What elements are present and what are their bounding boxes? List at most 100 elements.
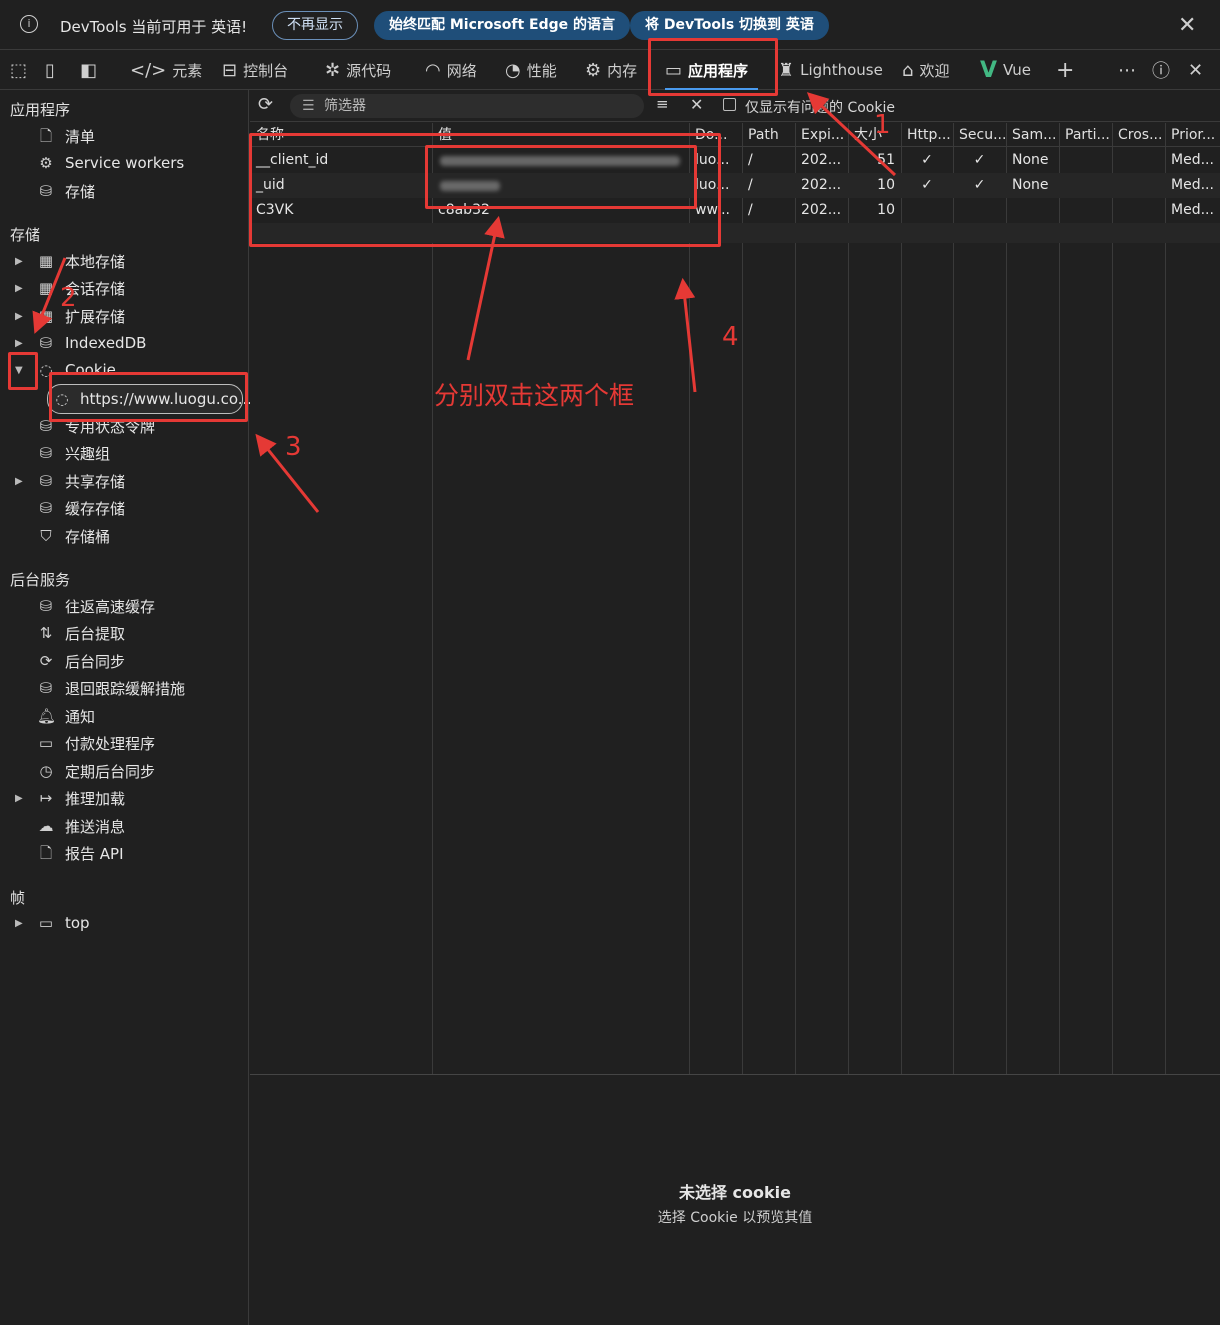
tab-welcome[interactable]: ⌂ 欢迎: [902, 50, 949, 90]
table-cell-domain[interactable]: luo...: [689, 148, 742, 173]
sidebar-item-session-storage[interactable]: ▶ ▦ 会话存储: [0, 275, 248, 301]
table-cell-cross-site[interactable]: [1112, 198, 1165, 223]
column-header-domain[interactable]: Do...: [689, 123, 742, 147]
sidebar-item-background-sync[interactable]: ⟳ 后台同步: [0, 648, 248, 674]
switch-language-button[interactable]: 将 DevTools 切换到 英语: [630, 11, 829, 40]
table-cell-secure[interactable]: ✓: [953, 173, 1006, 198]
tab-elements[interactable]: </> 元素: [130, 50, 202, 90]
table-cell-domain[interactable]: ww...: [689, 198, 742, 223]
column-divider[interactable]: [689, 123, 690, 1074]
expand-arrow-icon[interactable]: ▶: [15, 918, 23, 929]
table-cell-partition[interactable]: [1059, 198, 1112, 223]
sidebar-item-interest-groups[interactable]: ⛁ 兴趣组: [0, 440, 248, 466]
expand-arrow-icon[interactable]: ▶: [15, 311, 23, 322]
column-header-samesite[interactable]: Sam...: [1006, 123, 1059, 147]
sidebar-item-cache-storage[interactable]: ⛁ 缓存存储: [0, 495, 248, 521]
inspect-icon[interactable]: ⬚: [10, 50, 33, 90]
column-divider[interactable]: [848, 123, 849, 1074]
table-cell-cross-site[interactable]: [1112, 173, 1165, 198]
table-cell-domain[interactable]: luo...: [689, 173, 742, 198]
table-cell-cross-site[interactable]: [1112, 148, 1165, 173]
expand-arrow-icon[interactable]: ▶: [15, 256, 23, 267]
add-tab-icon[interactable]: +: [1056, 50, 1074, 90]
table-cell-path[interactable]: /: [742, 173, 795, 198]
column-header-httponly[interactable]: Http...: [901, 123, 953, 147]
table-cell-expires[interactable]: 202...: [795, 173, 848, 198]
sidebar-item-manifest[interactable]: 🗋 清单: [0, 123, 248, 149]
column-header-size[interactable]: 大小: [848, 123, 901, 147]
sidebar-item-cookie[interactable]: ▼ ◌ Cookie: [0, 357, 248, 383]
sidebar-item-storage-buckets[interactable]: ⛉ 存储桶: [0, 523, 248, 549]
dock-sidebar-icon[interactable]: ◧: [80, 50, 103, 90]
column-divider[interactable]: [1059, 123, 1060, 1074]
sidebar-item-indexeddb[interactable]: ▶ ⛁ IndexedDB: [0, 330, 248, 356]
column-divider[interactable]: [1112, 123, 1113, 1074]
sidebar-item-bfcache[interactable]: ⛁ 往返高速缓存: [0, 593, 248, 619]
refresh-icon[interactable]: ⟳: [258, 94, 273, 115]
table-cell-name[interactable]: C3VK: [250, 198, 432, 223]
tab-memory[interactable]: ⚙ 内存: [585, 50, 637, 90]
table-cell-samesite[interactable]: None: [1006, 173, 1059, 198]
device-emulation-icon[interactable]: ▯: [45, 50, 61, 90]
column-divider[interactable]: [901, 123, 902, 1074]
table-cell-expires[interactable]: 202...: [795, 198, 848, 223]
more-icon[interactable]: ⋯: [1118, 50, 1136, 90]
sidebar-item-storage[interactable]: ⛁ 存储: [0, 178, 248, 204]
sidebar-item-extension-storage[interactable]: ▶ ▦ 扩展存储: [0, 303, 248, 329]
tab-performance[interactable]: ◔ 性能: [505, 50, 557, 90]
tab-sources[interactable]: ✲ 源代码: [325, 50, 391, 90]
dismiss-button[interactable]: 不再显示: [272, 11, 358, 40]
sidebar-item-periodic-sync[interactable]: ◷ 定期后台同步: [0, 758, 248, 784]
table-cell-path[interactable]: /: [742, 198, 795, 223]
expand-arrow-icon[interactable]: ▶: [15, 793, 23, 804]
clear-filtered-icon[interactable]: ≡: [656, 95, 669, 113]
close-devtools-icon[interactable]: ✕: [1188, 50, 1203, 90]
expand-arrow-icon[interactable]: ▶: [15, 283, 23, 294]
sidebar-item-bounce-tracking[interactable]: ⛁ 退回跟踪缓解措施: [0, 675, 248, 701]
column-divider[interactable]: [1006, 123, 1007, 1074]
column-header-secure[interactable]: Secu...: [953, 123, 1006, 147]
table-cell-name[interactable]: _uid: [250, 173, 432, 198]
table-cell-httponly[interactable]: ✓: [901, 148, 953, 173]
column-divider[interactable]: [432, 123, 433, 1074]
tab-lighthouse[interactable]: ♜ Lighthouse: [778, 50, 883, 90]
expand-arrow-icon[interactable]: ▶: [15, 476, 23, 487]
table-cell-priority[interactable]: Med...: [1165, 148, 1220, 173]
column-header-name[interactable]: 名称: [250, 123, 432, 147]
table-cell-value[interactable]: c8ab32: [432, 198, 689, 223]
sidebar-item-notifications[interactable]: 🔔︎ 通知: [0, 703, 248, 729]
table-cell-secure[interactable]: ✓: [953, 148, 1006, 173]
table-cell-size[interactable]: 10: [848, 173, 901, 198]
sidebar-item-private-state-tokens[interactable]: ⛁ 专用状态令牌: [0, 413, 248, 439]
tab-network[interactable]: ◠ 网络: [425, 50, 477, 90]
table-cell-httponly[interactable]: ✓: [901, 173, 953, 198]
sidebar-item-local-storage[interactable]: ▶ ▦ 本地存储: [0, 248, 248, 274]
column-divider[interactable]: [953, 123, 954, 1074]
sidebar-item-shared-storage[interactable]: ▶ ⛁ 共享存储: [0, 468, 248, 494]
only-issues-checkbox[interactable]: [723, 98, 736, 111]
table-cell-samesite[interactable]: None: [1006, 148, 1059, 173]
sidebar-item-payment-handler[interactable]: ▭ 付款处理程序: [0, 730, 248, 756]
table-cell-samesite[interactable]: [1006, 198, 1059, 223]
filter-input[interactable]: ☰ 筛选器: [290, 94, 644, 118]
column-header-expires[interactable]: Expi...: [795, 123, 848, 147]
sidebar-item-speculative-loads[interactable]: ▶ ↦ 推理加载: [0, 785, 248, 811]
table-cell-size[interactable]: 10: [848, 198, 901, 223]
table-cell-httponly[interactable]: [901, 198, 953, 223]
tab-console[interactable]: ⊟ 控制台: [222, 50, 288, 90]
table-cell-expires[interactable]: 202...: [795, 148, 848, 173]
help-icon[interactable]: ⓘ: [1152, 50, 1170, 90]
clear-all-icon[interactable]: ✕: [690, 95, 703, 114]
table-cell-priority[interactable]: Med...: [1165, 198, 1220, 223]
tab-vue[interactable]: V Vue: [980, 50, 1031, 90]
column-divider[interactable]: [795, 123, 796, 1074]
table-cell-partition[interactable]: [1059, 148, 1112, 173]
table-cell-size[interactable]: 51: [848, 148, 901, 173]
column-header-value[interactable]: 值: [432, 123, 689, 147]
column-header-partition[interactable]: Parti...: [1059, 123, 1112, 147]
sidebar-item-background-fetch[interactable]: ⇅ 后台提取: [0, 620, 248, 646]
table-cell-secure[interactable]: [953, 198, 1006, 223]
column-header-priority[interactable]: Prior...: [1165, 123, 1220, 147]
match-language-button[interactable]: 始终匹配 Microsoft Edge 的语言: [374, 11, 631, 40]
column-header-cross-site[interactable]: Cros...: [1112, 123, 1165, 147]
